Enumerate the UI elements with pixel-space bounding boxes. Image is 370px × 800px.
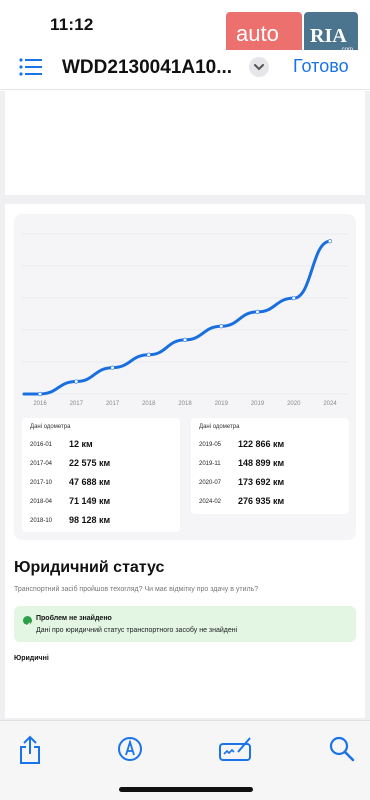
odometer-value: 71 149 км — [69, 496, 111, 506]
autoria-watermark: auto RIA .com — [226, 12, 358, 54]
legal-section-label: Юридичні — [14, 655, 49, 662]
odometer-value: 12 км — [69, 439, 93, 449]
odometer-value: 173 692 км — [238, 477, 285, 487]
x-tick-label: 2017 — [70, 401, 84, 407]
odometer-value: 122 866 км — [238, 439, 285, 449]
odometer-date: 2017-04 — [30, 461, 53, 467]
odometer-row: 2019-05 122 866 км — [191, 436, 349, 456]
status-time: 11:12 — [50, 15, 94, 34]
x-tick-label: 2019 — [215, 401, 229, 407]
odometer-row: 2020-07 173 692 км — [191, 474, 349, 494]
odometer-value: 98 128 км — [69, 515, 111, 525]
odometer-date: 2017-10 — [30, 480, 53, 486]
list-icon[interactable] — [19, 57, 43, 77]
markup-icon[interactable] — [117, 735, 143, 763]
odometer-date: 2018-10 — [30, 518, 53, 524]
odometer-row: 2024-02 276 935 км — [191, 493, 349, 513]
x-tick-label: 2018 — [178, 401, 192, 407]
odometer-date: 2018-04 — [30, 499, 53, 505]
odometer-row: 2016-01 12 км — [22, 436, 180, 456]
data-point-2018-04[interactable] — [146, 352, 151, 357]
x-tick-label: 2024 — [323, 401, 337, 407]
home-indicator — [119, 787, 253, 792]
odometer-card-left: Дані одометра 2016-01 12 км 2017-04 22 5… — [22, 418, 180, 532]
search-icon[interactable] — [329, 735, 355, 763]
odometer-header: Дані одометра — [30, 424, 71, 430]
data-point-2024-02[interactable] — [327, 239, 333, 244]
data-point-2017-10[interactable] — [110, 365, 115, 370]
odometer-date: 2020-07 — [199, 480, 222, 486]
odometer-row: 2017-10 47 688 км — [22, 474, 180, 494]
x-tick-label: 2018 — [142, 401, 156, 407]
x-tick-label: 2016 — [33, 401, 47, 407]
data-point-2019-11[interactable] — [255, 309, 260, 314]
signature-icon[interactable] — [219, 735, 253, 763]
odometer-card-right: Дані одометра 2019-05 122 866 км 2019-11… — [191, 418, 349, 514]
x-tick-label: 2017 — [106, 401, 120, 407]
legal-status-subtitle: Транспортний засіб пройшов техогляд? Чи … — [14, 586, 259, 593]
check-circle-icon — [23, 616, 32, 628]
odometer-value: 22 575 км — [69, 458, 111, 468]
odometer-value: 276 935 км — [238, 496, 285, 506]
odometer-date: 2024-02 — [199, 499, 222, 505]
odometer-header: Дані одометра — [199, 424, 240, 430]
x-tick-label: 2019 — [251, 401, 265, 407]
watermark-brand-right: RIA — [310, 25, 347, 47]
odometer-date: 2019-05 — [199, 442, 222, 448]
nav-bar: WDD2130041A10... Готово — [0, 50, 370, 90]
legal-status-heading: Юридичний статус — [14, 559, 165, 576]
alert-text: Дані про юридичний статус транспортного … — [36, 627, 238, 634]
data-point-2020-07[interactable] — [291, 296, 296, 301]
top-card — [5, 91, 365, 195]
odometer-date: 2016-01 — [30, 442, 53, 448]
share-icon[interactable] — [18, 735, 42, 765]
odometer-row: 2018-04 71 149 км — [22, 493, 180, 513]
odometer-row: 2017-04 22 575 км — [22, 455, 180, 475]
mileage-chart-svg: 2016 2017 2017 2018 2018 2019 2019 2020 2024 — [22, 233, 348, 407]
data-point-2016-01[interactable] — [37, 391, 43, 397]
alert-title: Проблем не знайдено — [36, 615, 112, 622]
data-point-2017-04[interactable] — [74, 379, 79, 384]
watermark-brand-left: auto — [236, 21, 279, 46]
chevron-down-button[interactable] — [249, 57, 269, 77]
page-title: WDD2130041A10... — [62, 57, 233, 78]
mileage-series-line — [22, 239, 332, 396]
no-problems-alert: Проблем не знайдено Дані про юридичний с… — [14, 606, 356, 642]
odometer-date: 2019-11 — [199, 461, 221, 467]
mileage-chart: 2016 2017 2017 2018 2018 2019 2019 2020 2024 Дан… — [14, 214, 356, 540]
odometer-value: 47 688 км — [69, 477, 111, 487]
chevron-down-icon — [254, 64, 264, 71]
x-tick-label: 2020 — [287, 401, 301, 407]
odometer-value: 148 899 км — [238, 458, 285, 468]
data-point-2018-10[interactable] — [182, 337, 188, 342]
odometer-row: 2019-11 148 899 км — [191, 455, 349, 475]
done-button[interactable]: Готово — [293, 56, 349, 77]
odometer-row: 2018-10 98 128 км — [22, 512, 180, 532]
data-point-2019-05[interactable] — [219, 324, 224, 329]
